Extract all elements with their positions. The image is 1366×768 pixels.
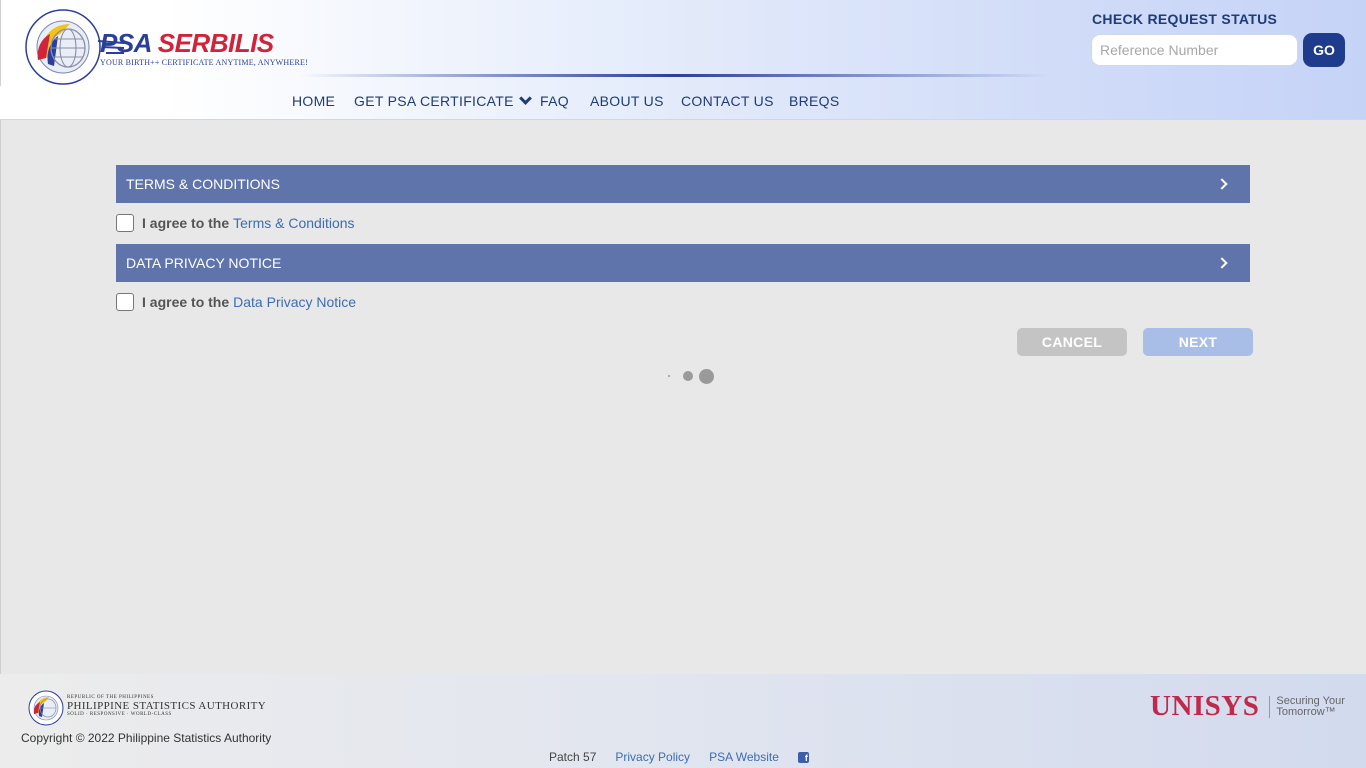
nav-item-faq[interactable]: FAQ [540, 93, 590, 109]
nav-item-label: BREQS [789, 93, 840, 109]
brand-title: PSA SERBILIS [100, 28, 308, 58]
footer-psa-motto: SOLID · RESPONSIVE · WORLD-CLASS [67, 712, 172, 717]
loading-dots-icon [666, 368, 716, 384]
nav-item-home[interactable]: HOME [292, 93, 354, 109]
brand-title-psa: PSA [100, 28, 152, 58]
terms-agree-checkbox[interactable] [116, 214, 134, 232]
main-edge [0, 120, 1, 674]
nav-item-label: HOME [292, 93, 336, 109]
check-request-status-title: CHECK REQUEST STATUS [1092, 11, 1278, 27]
chevron-down-icon [518, 92, 532, 105]
privacy-agree-checkbox[interactable] [116, 293, 134, 311]
psa-footer-seal-logo [28, 690, 64, 726]
footer-psa-wordmark: REPUBLIC OF THE PHILIPPINES PHILIPPINE S… [67, 695, 266, 717]
privacy-agree-row: I agree to the Data Privacy Notice [116, 293, 356, 311]
nav-item-label: ABOUT US [590, 93, 664, 109]
data-privacy-notice-link[interactable]: Data Privacy Notice [233, 294, 356, 310]
copyright-text: Copyright © 2022 Philippine Statistics A… [21, 731, 272, 745]
terms-conditions-link[interactable]: Terms & Conditions [233, 215, 354, 231]
loading-dot [683, 371, 693, 381]
chevron-right-icon [1216, 257, 1228, 269]
unisys-separator [1269, 695, 1271, 718]
main-nav: HOME GET PSA CERTIFICATE FAQ ABOUT US CO… [292, 92, 840, 109]
terms-conditions-header-label: TERMS & CONDITIONS [126, 176, 281, 192]
site-footer: REPUBLIC OF THE PHILIPPINES PHILIPPINE S… [0, 674, 1366, 768]
privacy-policy-link[interactable]: Privacy Policy [615, 750, 690, 764]
footer-psa-name: PHILIPPINE STATISTICS AUTHORITY [67, 700, 267, 712]
unisys-wordmark: UNISYS [1150, 690, 1260, 722]
nav-item-about-us[interactable]: ABOUT US [590, 93, 681, 109]
cancel-button[interactable]: CANCEL [1017, 328, 1127, 356]
brand-wordmark[interactable]: PSA SERBILIS YOUR BIRTH++ CERTIFICATE AN… [100, 28, 308, 67]
data-privacy-notice-header-label: DATA PRIVACY NOTICE [126, 255, 282, 271]
nav-divider-line [300, 74, 1050, 77]
nav-item-contact-us[interactable]: CONTACT US [681, 93, 789, 109]
loading-dot [668, 375, 670, 377]
patch-version: Patch 57 [549, 750, 597, 764]
unisys-logo: UNISYS Securing Your Tomorrow™ [1150, 690, 1345, 723]
terms-agree-prefix: I agree to the [142, 215, 230, 231]
brand-tagline: YOUR BIRTH++ CERTIFICATE ANYTIME, ANYWHE… [100, 58, 308, 67]
nav-item-breqs[interactable]: BREQS [789, 93, 840, 109]
data-privacy-notice-header[interactable]: DATA PRIVACY NOTICE [116, 244, 1250, 282]
terms-conditions-header[interactable]: TERMS & CONDITIONS [116, 165, 1250, 203]
brand-title-serbilis: SERBILIS [157, 28, 274, 58]
nav-item-label: FAQ [540, 93, 569, 109]
unisys-tagline-line2: Tomorrow™ [1276, 705, 1336, 718]
privacy-agree-prefix: I agree to the [142, 294, 230, 310]
facebook-icon[interactable]: f [797, 751, 809, 763]
psa-website-link[interactable]: PSA Website [709, 750, 779, 764]
loading-dot [699, 369, 714, 384]
reference-number-input[interactable] [1091, 34, 1298, 66]
nav-item-get-psa-certificate[interactable]: GET PSA CERTIFICATE [354, 92, 540, 109]
terms-agree-row: I agree to the Terms & Conditions [116, 214, 355, 232]
next-button[interactable]: NEXT [1143, 328, 1253, 356]
unisys-tagline: Securing Your Tomorrow™ [1276, 694, 1345, 718]
unisys-tagline-line1: Securing Your [1276, 694, 1345, 707]
site-header: PSA SERBILIS YOUR BIRTH++ CERTIFICATE AN… [0, 0, 1366, 120]
nav-item-label: CONTACT US [681, 93, 774, 109]
footer-links: Patch 57 Privacy Policy PSA Website f [549, 750, 809, 764]
chevron-right-icon [1216, 178, 1228, 190]
go-button[interactable]: GO [1303, 33, 1345, 67]
nav-item-label: GET PSA CERTIFICATE [354, 93, 514, 109]
psa-seal-logo[interactable] [24, 8, 102, 86]
header-edge [0, 0, 1, 86]
